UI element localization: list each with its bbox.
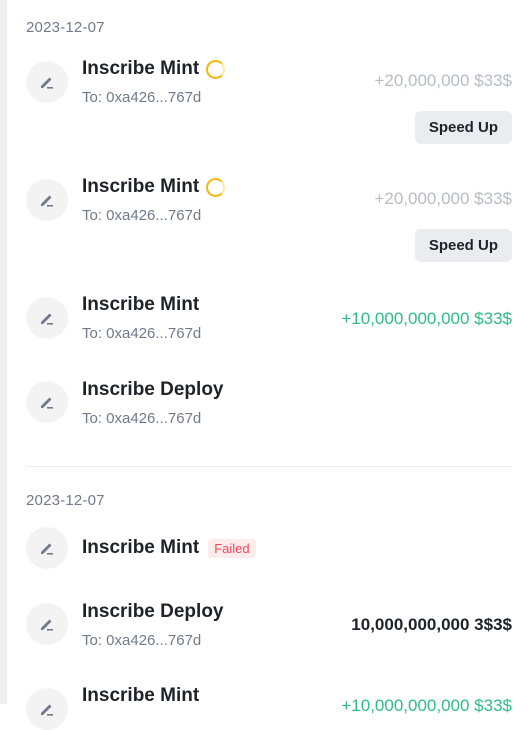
- transaction-amount: +10,000,000,000 $33$: [341, 309, 512, 328]
- transaction-amount: 10,000,000,000 3$3$: [351, 615, 512, 634]
- transaction-title: Inscribe Mint: [82, 294, 200, 315]
- transaction-recipient: To: 0xa426...767d: [82, 410, 202, 427]
- pending-spinner-icon: [206, 177, 226, 197]
- speed-up-button[interactable]: Speed Up: [414, 111, 512, 144]
- transaction-title: Inscribe Deploy: [82, 601, 224, 622]
- transaction-amount: +20,000,000 $33$: [374, 189, 512, 208]
- edit-pen-icon: [26, 603, 68, 645]
- edit-pen-icon: [26, 61, 68, 103]
- transaction-recipient: To: 0xa426...767d: [82, 89, 202, 106]
- transaction-recipient: To: 0xa426...767d: [82, 325, 202, 342]
- failed-badge: Failed: [208, 538, 256, 558]
- transaction-title: Inscribe Mint: [82, 176, 226, 198]
- transaction-title: Inscribe Mint: [82, 58, 226, 80]
- edit-pen-icon: [26, 297, 68, 339]
- edit-pen-icon: [26, 527, 68, 569]
- group-divider: [26, 466, 512, 467]
- transaction-recipient: To: 0xa426...767d: [82, 632, 202, 649]
- edit-pen-icon: [26, 688, 68, 730]
- edit-pen-icon: [26, 179, 68, 221]
- edit-pen-icon: [26, 381, 68, 423]
- date-header: 2023-12-07: [26, 19, 105, 36]
- transaction-amount: +10,000,000,000 $33$: [341, 696, 512, 715]
- speed-up-button[interactable]: Speed Up: [414, 229, 512, 262]
- transaction-title: Inscribe Mint Failed: [82, 537, 256, 559]
- left-edge-border: [0, 0, 7, 704]
- transaction-amount: +20,000,000 $33$: [374, 71, 512, 90]
- transaction-title: Inscribe Deploy: [82, 379, 224, 400]
- date-header: 2023-12-07: [26, 492, 105, 509]
- pending-spinner-icon: [206, 59, 226, 79]
- transaction-recipient: To: 0xa426...767d: [82, 207, 202, 224]
